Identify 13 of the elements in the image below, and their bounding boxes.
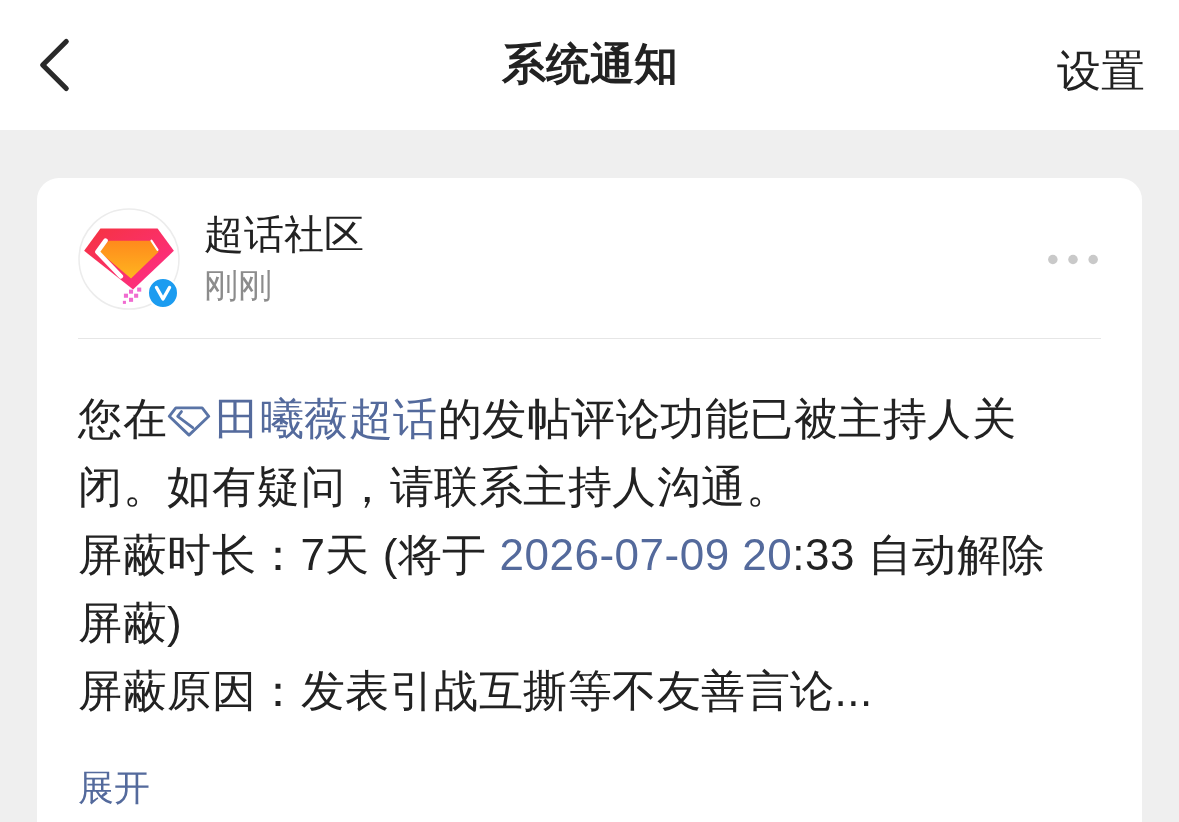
- back-icon[interactable]: [38, 37, 70, 93]
- message-text: 您在 田曦薇超话的发帖评论功能已被主持人关闭。如有疑问，请联系主持人沟通。: [78, 393, 1017, 513]
- topic-link[interactable]: 田曦薇超话: [167, 394, 438, 443]
- message-text: 屏蔽时长：7天 (将于 2026-07-09 20:33 自动解除屏蔽): [78, 529, 1047, 649]
- diamond-logo-icon: [78, 208, 180, 310]
- timestamp: 刚刚: [204, 264, 272, 307]
- settings-button[interactable]: 设置: [1057, 44, 1145, 98]
- page-title: 系统通知: [501, 37, 678, 91]
- message-text: 屏蔽原因：发表引战互撕等不友善言论...: [78, 665, 874, 717]
- expand-link[interactable]: 展开: [78, 763, 150, 813]
- diamond-icon: [167, 405, 211, 437]
- date-link[interactable]: 2026-07-09 20: [499, 530, 793, 579]
- sender-name: 超话社区: [204, 210, 364, 259]
